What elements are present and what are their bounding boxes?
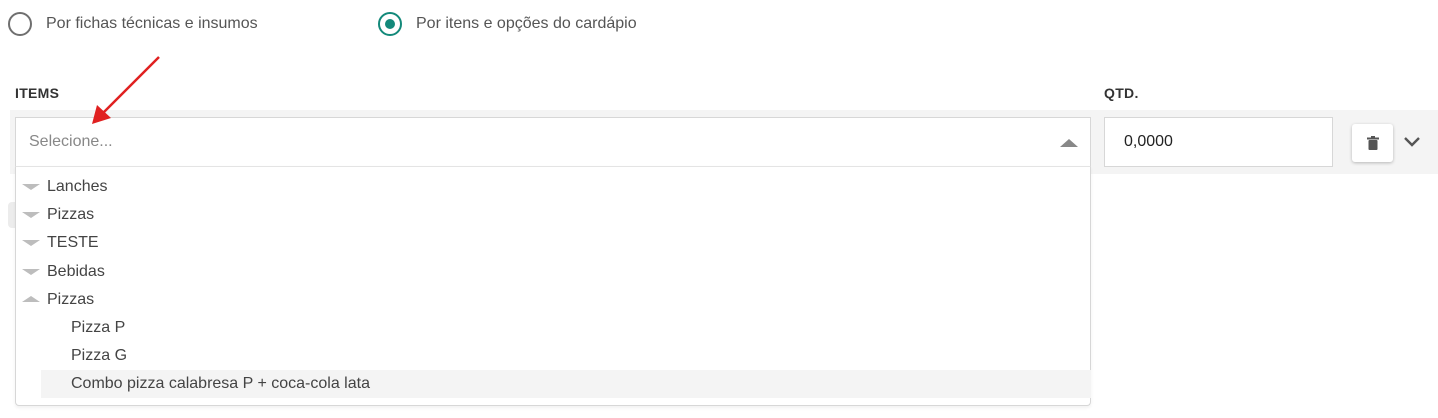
dropdown-group-pizzas[interactable]: Pizzas <box>22 201 1082 229</box>
items-select[interactable]: Selecione... <box>15 117 1091 167</box>
group-label: Bebidas <box>47 263 105 280</box>
delete-item-button[interactable] <box>1352 124 1393 162</box>
dropdown-group-teste[interactable]: TESTE <box>22 229 1082 257</box>
qty-input[interactable]: 0,0000 <box>1104 117 1333 167</box>
trash-icon <box>1366 136 1379 150</box>
dropdown-group-bebidas[interactable]: Bebidas <box>22 258 1082 286</box>
caret-up-icon[interactable] <box>1060 139 1078 147</box>
expand-row-button[interactable] <box>1400 130 1424 154</box>
radio-label-itens: Por itens e opções do cardápio <box>416 15 637 32</box>
group-collapsed-icon <box>22 267 40 277</box>
dropdown-group-lanches[interactable]: Lanches <box>22 173 1082 201</box>
group-label: Pizzas <box>47 206 95 223</box>
group-collapsed-icon <box>22 210 40 220</box>
radio-checked-icon[interactable] <box>378 12 402 36</box>
radio-unchecked-icon[interactable] <box>8 12 32 36</box>
option-label: Pizza G <box>71 347 128 364</box>
items-dropdown-list: Lanches Pizzas TESTE Bebidas Pizzas Pizz… <box>15 166 1091 406</box>
radio-label-fichas: Por fichas técnicas e insumos <box>46 15 258 32</box>
option-label: Pizza P <box>71 319 126 336</box>
chevron-down-icon <box>1404 137 1420 147</box>
group-collapsed-icon <box>22 182 40 192</box>
radio-option-fichas[interactable]: Por fichas técnicas e insumos <box>8 12 258 36</box>
select-placeholder: Selecione... <box>29 133 113 150</box>
items-column-label: ITEMS <box>15 85 60 101</box>
dropdown-group-pizzas-expanded[interactable]: Pizzas <box>22 286 1082 314</box>
dropdown-option-highlighted[interactable]: Combo pizza calabresa P + coca-cola lata <box>41 370 1091 398</box>
group-label: Lanches <box>47 178 108 195</box>
dropdown-option[interactable]: Pizza P <box>41 314 1091 342</box>
group-label: TESTE <box>47 234 99 251</box>
group-collapsed-icon <box>22 238 40 248</box>
group-expanded-icon <box>22 295 40 305</box>
qty-column-label: QTD. <box>1104 85 1139 101</box>
option-label: Combo pizza calabresa P + coca-cola lata <box>71 375 370 392</box>
group-label: Pizzas <box>47 291 95 308</box>
qty-value: 0,0000 <box>1124 133 1173 150</box>
dropdown-option[interactable]: Pizza G <box>41 342 1091 370</box>
radio-option-itens[interactable]: Por itens e opções do cardápio <box>378 12 637 36</box>
